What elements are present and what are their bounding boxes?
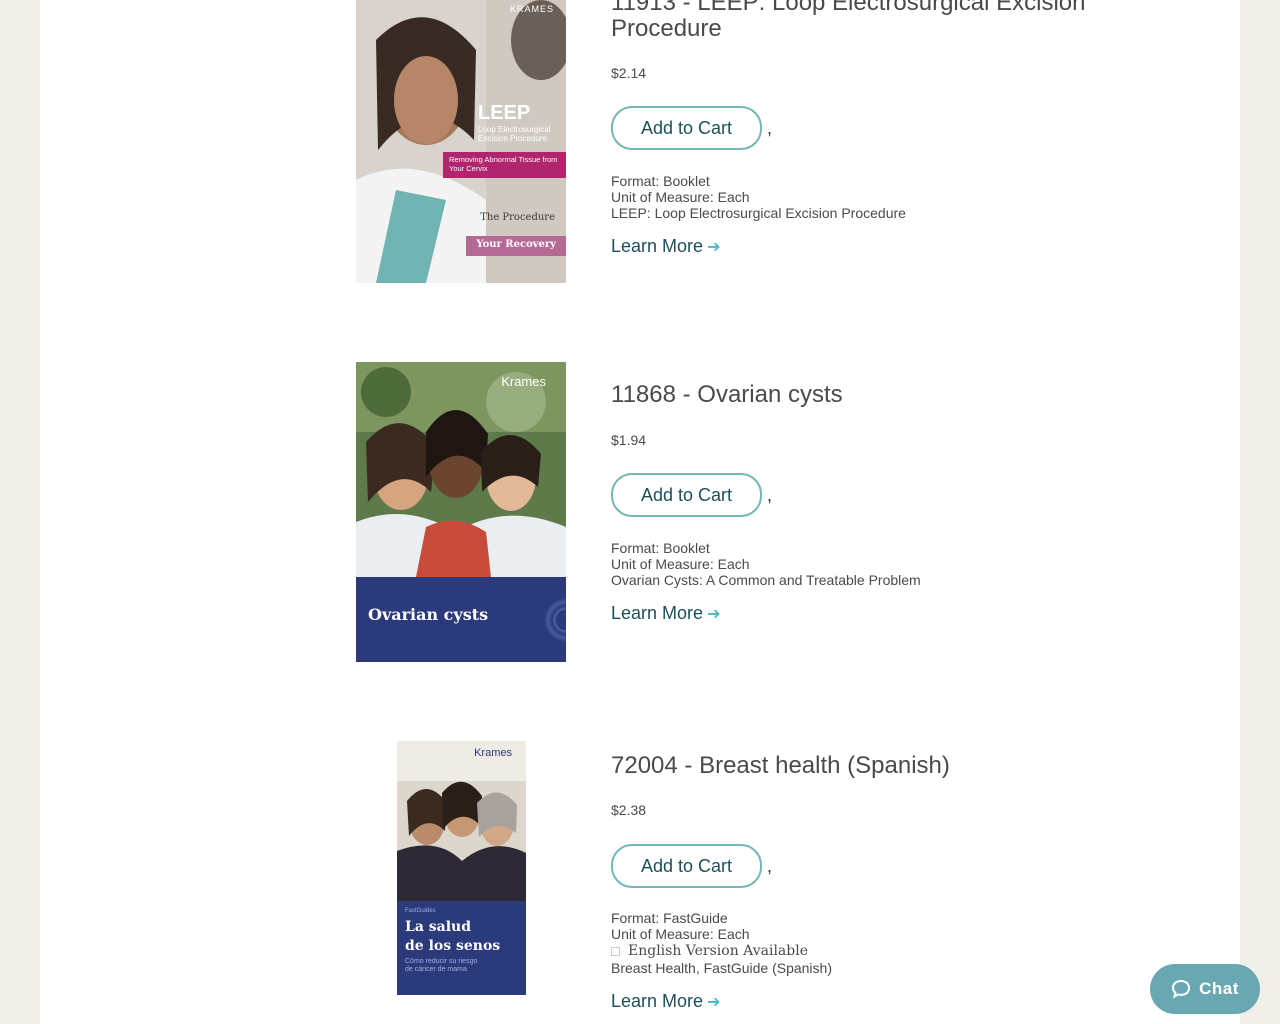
cover-line-procedure: The Procedure (480, 212, 555, 223)
add-to-cart-button[interactable]: Add to Cart (611, 106, 762, 150)
product-unit: Unit of Measure: Each (611, 926, 750, 942)
product-details: Format: Booklet Unit of Measure: Each Ov… (611, 540, 921, 588)
product-description: LEEP: Loop Electrosurgical Excision Proc… (611, 205, 906, 221)
add-to-cart-button[interactable]: Add to Cart (611, 844, 762, 888)
product-details: Format: FastGuide Unit of Measure: Each … (611, 910, 832, 976)
cover-heading: LEEP (478, 102, 531, 124)
learn-more-link[interactable]: Learn More ➔ (611, 603, 720, 624)
product-title[interactable]: 72004 - Breast health (Spanish) (611, 753, 1171, 779)
chat-button[interactable]: Chat (1150, 964, 1260, 1014)
chat-bubble-icon (1172, 979, 1191, 999)
separator: , (767, 118, 773, 138)
learn-more-label: Learn More (611, 236, 704, 256)
add-to-cart-button[interactable]: Add to Cart (611, 473, 762, 517)
cover-heading: Ovarian cysts (368, 605, 489, 624)
product-price: $1.94 (611, 432, 647, 448)
product-format: Format: Booklet (611, 173, 710, 189)
arrow-right-icon: ➔ (707, 605, 721, 623)
cover-subheading-line1: Cómo reducir su riesgo (405, 958, 478, 965)
product-format: Format: Booklet (611, 540, 710, 556)
product-title[interactable]: 11868 - Ovarian cysts (611, 382, 1171, 408)
product-item: KRAMES LEEP Loop Electrosurgical Excisio… (40, 0, 1240, 320)
product-format: Format: FastGuide (611, 910, 728, 926)
separator: , (767, 485, 773, 505)
sunburst-icon (526, 590, 566, 650)
product-thumbnail[interactable]: Krames FastGuides La salud de los senos … (397, 741, 526, 995)
cover-heading-line2: de los senos (405, 938, 501, 954)
language-note: English Version Available (628, 943, 808, 959)
learn-more-label: Learn More (611, 991, 704, 1011)
language-availability[interactable]: English Version Available (611, 942, 832, 960)
product-list: KRAMES LEEP Loop Electrosurgical Excisio… (40, 0, 1240, 1024)
cover-brand: Krames (501, 374, 546, 389)
arrow-right-icon: ➔ (707, 993, 721, 1011)
cover-illustration (397, 741, 526, 995)
cover-subheading: Loop Electrosurgical Excision Procedure (478, 125, 551, 143)
product-thumbnail[interactable]: KRAMES LEEP Loop Electrosurgical Excisio… (356, 0, 566, 283)
product-description: Ovarian Cysts: A Common and Treatable Pr… (611, 572, 921, 588)
separator: , (767, 856, 773, 876)
arrow-right-icon: ➔ (707, 238, 721, 256)
learn-more-label: Learn More (611, 603, 704, 623)
cover-line-recovery: Your Recovery (466, 236, 566, 256)
product-item: Krames Ovarian cysts 11868 - Ovarian cys… (40, 362, 1240, 682)
cover-brand: KRAMES (509, 4, 554, 14)
product-title[interactable]: 11913 - LEEP: Loop Electrosurgical Excis… (611, 0, 1171, 42)
product-description: Breast Health, FastGuide (Spanish) (611, 960, 832, 976)
product-info: 11913 - LEEP: Loop Electrosurgical Excis… (611, 0, 1171, 42)
cover-heading-line1: La salud (405, 919, 472, 935)
product-price: $2.38 (611, 802, 647, 818)
product-unit: Unit of Measure: Each (611, 189, 750, 205)
cover-brand: Krames (474, 747, 512, 759)
cover-series: FastGuides (405, 908, 436, 914)
product-info: 72004 - Breast health (Spanish) (611, 753, 1171, 779)
checkbox-icon (611, 946, 620, 956)
product-item: Krames FastGuides La salud de los senos … (40, 741, 1240, 1024)
product-details: Format: Booklet Unit of Measure: Each LE… (611, 173, 906, 221)
learn-more-link[interactable]: Learn More ➔ (611, 236, 720, 257)
learn-more-link[interactable]: Learn More ➔ (611, 991, 720, 1012)
product-info: 11868 - Ovarian cysts (611, 382, 1171, 408)
cover-banner: Removing Abnormal Tissue from Your Cervi… (443, 152, 566, 178)
cover-subheading-line2: de cáncer de mama (405, 966, 467, 973)
product-price: $2.14 (611, 65, 647, 81)
product-thumbnail[interactable]: Krames Ovarian cysts (356, 362, 566, 662)
product-unit: Unit of Measure: Each (611, 556, 750, 572)
chat-label: Chat (1199, 979, 1239, 998)
